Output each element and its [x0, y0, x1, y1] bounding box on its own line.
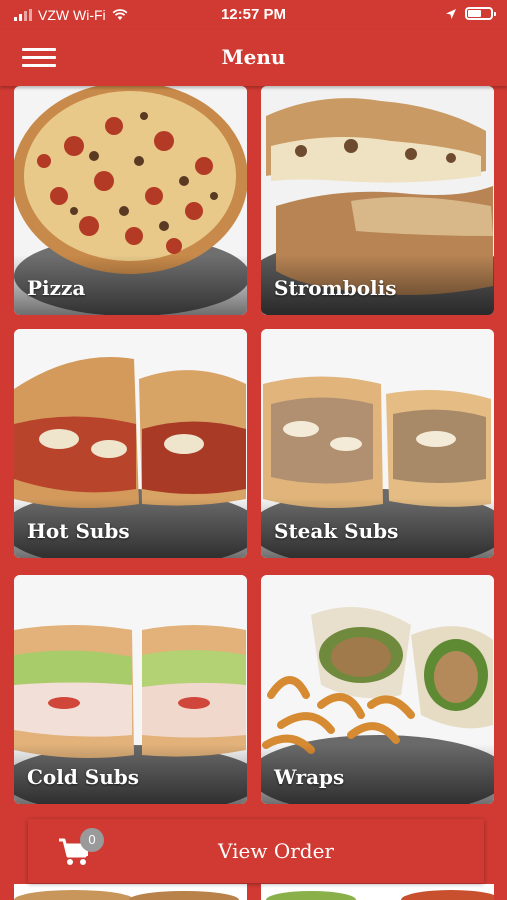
hamburger-menu-icon[interactable] — [22, 48, 56, 68]
menu-tile-hot-subs[interactable]: Hot Subs — [14, 329, 247, 558]
battery-icon — [465, 7, 496, 20]
partial-food-photo — [261, 884, 494, 900]
menu-tile-label: Steak Subs — [274, 519, 399, 543]
view-order-label: View Order — [218, 839, 334, 863]
menu-tile-cold-subs[interactable]: Cold Subs — [14, 575, 247, 804]
partial-food-photo — [14, 884, 247, 900]
status-time: 12:57 PM — [220, 6, 287, 23]
view-order-button[interactable]: 0 View Order — [28, 819, 484, 883]
menu-tile-strombolis[interactable]: Strombolis — [261, 86, 494, 315]
menu-tile-partial[interactable] — [261, 884, 494, 900]
status-right — [445, 7, 496, 20]
location-arrow-icon — [446, 8, 456, 19]
nav-bar: Menu — [0, 30, 507, 86]
menu-tile-label: Strombolis — [274, 276, 397, 300]
page-title: Menu — [221, 45, 286, 69]
menu-tile-pizza[interactable]: Pizza — [14, 86, 247, 315]
menu-tile-steak-subs[interactable]: Steak Subs — [261, 329, 494, 558]
menu-tile-partial[interactable] — [14, 884, 247, 900]
menu-tile-label: Pizza — [27, 276, 86, 300]
menu-tile-wraps[interactable]: Wraps — [261, 575, 494, 804]
menu-tile-label: Cold Subs — [27, 765, 140, 789]
menu-tile-label: Wraps — [274, 765, 345, 789]
menu-tile-label: Hot Subs — [27, 519, 130, 543]
status-bar: VZW Wi-Fi 12:57 PM — [0, 0, 507, 30]
